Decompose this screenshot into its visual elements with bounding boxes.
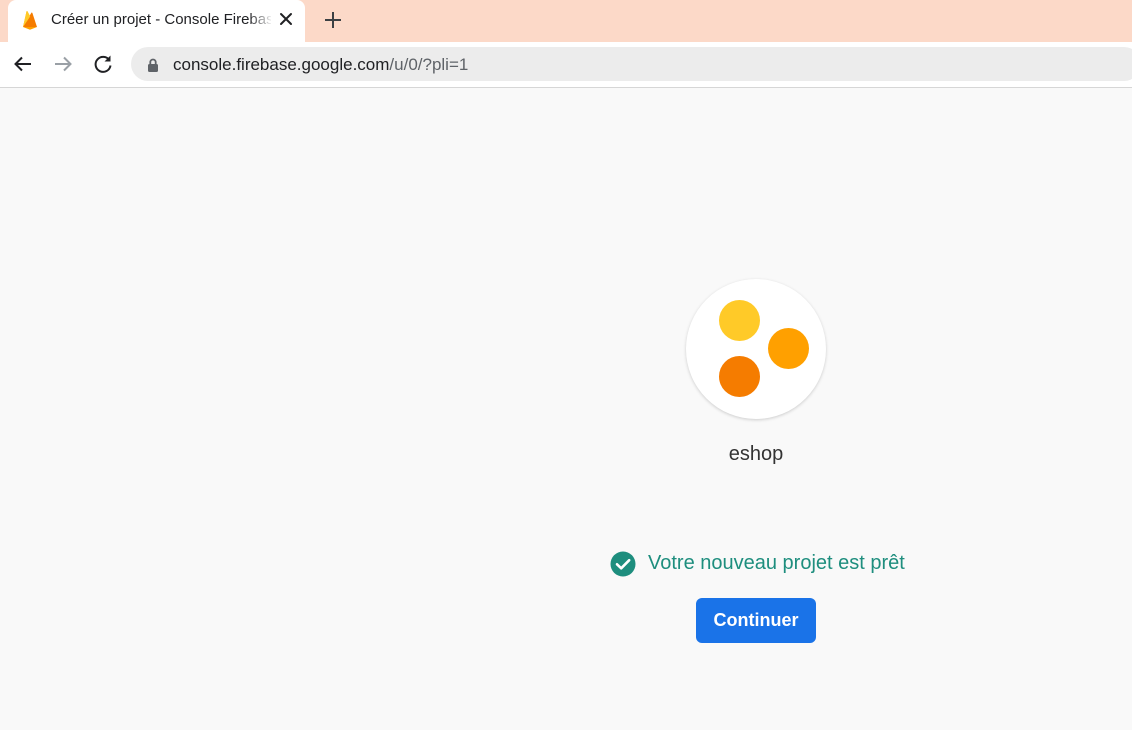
lock-icon[interactable] [147,58,159,72]
project-logo [686,279,826,419]
plus-icon[interactable] [322,9,344,31]
url-path: /u/0/?pli=1 [389,55,469,74]
address-bar[interactable]: console.firebase.google.com/u/0/?pli=1 [131,47,1132,81]
logo-dot-amber [768,328,809,369]
check-circle-icon [610,551,636,577]
continue-button[interactable]: Continuer [696,598,816,643]
browser-toolbar: console.firebase.google.com/u/0/?pli=1 [0,42,1132,88]
url-text[interactable]: console.firebase.google.com/u/0/?pli=1 [173,55,468,75]
page-content: eshop Votre nouveau projet est prêt Cont… [0,88,1132,730]
forward-arrow-icon[interactable] [52,53,74,75]
logo-dot-orange [719,356,760,397]
status-text: Votre nouveau projet est prêt [648,552,905,574]
project-name: eshop [728,443,784,465]
logo-dot-yellow [719,300,760,341]
url-host: console.firebase.google.com [173,55,390,74]
tab-title: Créer un projet - Console Firebase [51,11,271,28]
back-arrow-icon[interactable] [12,53,34,75]
tab-title-fade [248,6,273,34]
close-icon[interactable] [278,11,294,27]
browser-tabstrip: Créer un projet - Console Firebase [0,0,1132,42]
firebase-icon [23,11,37,30]
browser-tab[interactable]: Créer un projet - Console Firebase [8,0,305,42]
reload-icon[interactable] [92,53,114,75]
